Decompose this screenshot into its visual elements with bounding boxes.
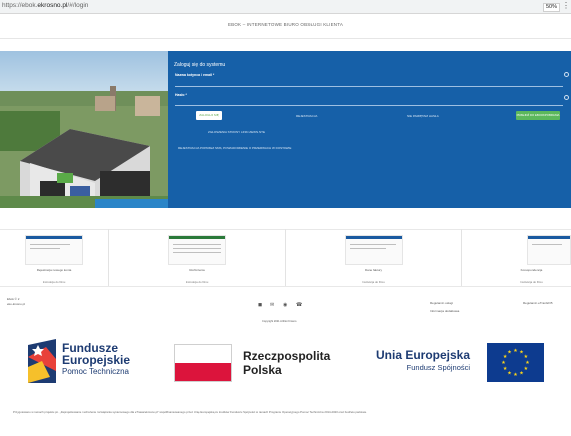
ue-line1: Unia Europejska xyxy=(376,348,471,362)
card-shot-row xyxy=(349,248,386,249)
card-shot-bar xyxy=(26,236,82,239)
card-shot-bar xyxy=(528,236,570,239)
portal-link[interactable]: ZGŁOSZENIA STRONY LINKI ZEWN.NTE xyxy=(208,130,265,134)
card-video-link[interactable]: Instrukcja do filmu xyxy=(492,280,571,284)
header-divider xyxy=(0,38,571,39)
card-video-link[interactable]: Instrukcja do filmu xyxy=(286,280,461,284)
forgot-password-link[interactable]: NIE PAMIĘTAM HASŁA xyxy=(407,114,439,118)
building-photo-svg xyxy=(0,51,168,208)
browser-address-bar[interactable]: https://ebok.ekrosno.pl/#/login 50% ⋮ xyxy=(0,0,571,14)
login-heading: Zaloguj się do systemu xyxy=(174,62,226,68)
card-screenshot xyxy=(344,235,403,265)
card-shot-row xyxy=(173,252,221,253)
login-panel: Zaloguj się do systemu Nazwa kotynca / e… xyxy=(168,51,571,208)
card-shot-row xyxy=(349,244,396,245)
tutorial-card[interactable]: Rozliczenia Instrukcja do filmu xyxy=(109,229,286,286)
location-icon[interactable]: ◉ xyxy=(283,302,287,308)
card-video-link[interactable]: Instrukcja do filmu xyxy=(109,280,285,284)
card-shot-bar xyxy=(169,236,225,239)
svg-text:★: ★ xyxy=(503,366,508,372)
user-icon xyxy=(564,72,569,77)
card-screenshot xyxy=(168,235,226,265)
username-input[interactable] xyxy=(175,86,563,87)
sms-registration-link[interactable]: REJESTRACJA POPRZEZ SMS, POWIADOMIENIE O… xyxy=(178,146,291,150)
card-video-link[interactable]: Instrukcja do filmu xyxy=(0,280,108,284)
card-shot-row xyxy=(173,244,221,245)
zoom-indicator[interactable]: 50% xyxy=(543,3,561,12)
footer-link-regulations[interactable]: Regulamin eTranGFI5 xyxy=(523,301,553,305)
card-caption: Dane faktury xyxy=(364,268,382,272)
footer-copyright: Copyright 2021 ArtNet Krosno xyxy=(262,320,297,323)
guest-button[interactable]: PRZEJDŹ DO EBOOKPOBRANIA xyxy=(516,111,560,120)
page-title: EBOK – INTERNETOWE BIURO OBSŁUGI KLIENTA xyxy=(227,22,344,27)
card-shot-row xyxy=(173,248,221,249)
card-shot-row xyxy=(30,244,70,245)
svg-text:★: ★ xyxy=(513,348,518,354)
ue-logo-text: Unia Europejska Fundusz Spójności xyxy=(376,348,470,374)
card-shot-bar xyxy=(345,236,402,239)
fe-logo-text: Fundusze Europejskie Pomoc Techniczna xyxy=(62,342,130,378)
poland-flag xyxy=(174,344,232,382)
flag-red xyxy=(175,363,231,381)
svg-text:★: ★ xyxy=(524,366,529,372)
ue-line2: Fundusz Spójności xyxy=(406,363,471,372)
svg-text:★: ★ xyxy=(507,370,512,376)
password-input[interactable] xyxy=(175,105,563,106)
footer-site[interactable]: eko-krosno.pl xyxy=(7,302,25,306)
funding-disclaimer: Przygotowano w ramach projektu pn. „Zapr… xyxy=(13,410,367,414)
fe-line3: Pomoc Techniczna xyxy=(62,367,129,376)
fe-line2: Europejskie xyxy=(62,353,131,367)
login-button[interactable]: ZALOGUJ SIĘ xyxy=(196,111,222,120)
footer-link-terms[interactable]: Regulamin usługi xyxy=(430,301,453,305)
facebook-icon[interactable]: ◼ xyxy=(258,302,262,308)
password-label: Hasło * xyxy=(175,93,187,97)
rp-line1: Rzeczpospolita xyxy=(243,349,331,363)
url-suffix: /#/login xyxy=(67,2,89,9)
more-vertical-icon[interactable]: ⋮ xyxy=(562,1,570,11)
card-screenshot xyxy=(527,235,571,265)
card-caption: Rozliczenia xyxy=(189,268,205,272)
footer-link-info[interactable]: Informacja dodatkowa xyxy=(430,309,459,313)
eu-stars: ★ ★ ★ ★ ★ ★ ★ ★ ★ ★ ★ ★ xyxy=(501,348,530,378)
username-label: Nazwa kotynca / email * xyxy=(175,73,215,77)
tutorial-card[interactable]: Korespondencja Instrukcja do filmu xyxy=(462,229,571,286)
fe-logo-svg xyxy=(28,339,56,383)
cards-bottom-divider xyxy=(0,286,571,287)
card-caption: Korespondencja xyxy=(520,268,543,272)
svg-text:★: ★ xyxy=(519,370,524,376)
svg-text:★: ★ xyxy=(513,372,518,378)
card-shot-row xyxy=(30,248,60,249)
phone-icon[interactable]: ☎ xyxy=(296,302,302,308)
card-caption: Rejestracja nowego konta xyxy=(36,268,72,272)
tutorial-card[interactable]: Dane faktury Instrukcja do filmu xyxy=(286,229,462,286)
eye-icon[interactable] xyxy=(564,95,569,100)
flag-white xyxy=(175,345,231,363)
svg-text:★: ★ xyxy=(507,350,512,356)
rp-logo-text: Rzeczpospolita Polska xyxy=(243,349,330,377)
email-icon[interactable]: ✉ xyxy=(270,302,274,308)
card-screenshot xyxy=(25,235,83,265)
fe-logo-mark xyxy=(26,337,58,385)
tutorial-card[interactable]: Rejestracja nowego konta Instrukcja do f… xyxy=(0,229,109,286)
register-link[interactable]: REJESTRACJA xyxy=(296,114,317,118)
svg-text:★: ★ xyxy=(501,360,506,366)
url-domain: ekrosno.pl xyxy=(37,2,68,9)
eu-flag: ★ ★ ★ ★ ★ ★ ★ ★ ★ ★ ★ ★ xyxy=(487,343,544,382)
footer-brand: Ebok © 2 xyxy=(7,297,20,301)
rp-line2: Polska xyxy=(243,363,282,377)
url-text[interactable]: https://ebok.ekrosno.pl/#/login xyxy=(2,2,88,9)
card-shot-row xyxy=(532,244,562,245)
url-prefix: https://ebok. xyxy=(2,2,38,9)
building-photo xyxy=(0,51,168,208)
